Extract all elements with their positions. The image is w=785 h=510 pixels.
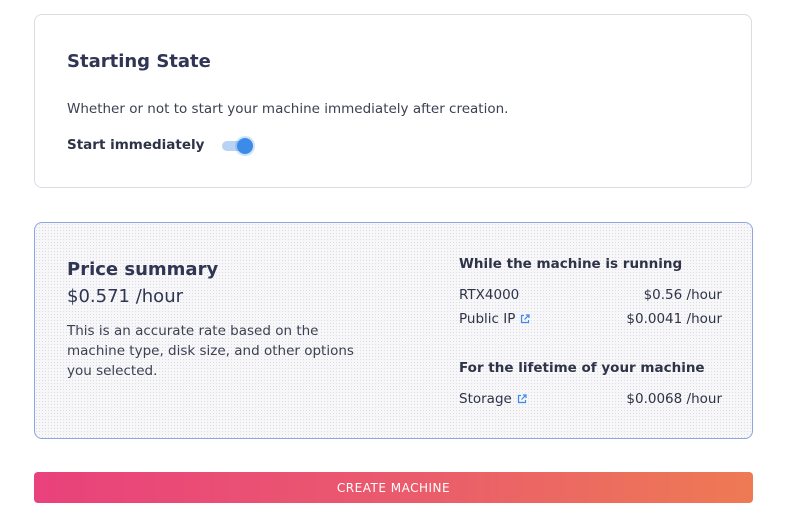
running-section-title: While the machine is running — [459, 256, 683, 272]
price-line-storage: Storage $0.0068 /hour — [459, 391, 722, 407]
price-summary-card: Price summary $0.571 /hour This is an ac… — [34, 222, 753, 439]
price-line-value: $0.0041 /hour — [626, 311, 722, 327]
external-link-icon[interactable] — [517, 394, 527, 404]
start-immediately-toggle[interactable] — [222, 138, 254, 154]
price-line-value: $0.0068 /hour — [626, 391, 722, 407]
price-line-rtx4000: RTX4000 $0.56 /hour — [459, 287, 722, 303]
price-line-name: Public IP — [459, 311, 516, 327]
start-immediately-row: Start immediately — [67, 137, 254, 154]
toggle-knob — [237, 138, 254, 154]
external-link-icon[interactable] — [520, 314, 530, 324]
price-line-name-wrap: Public IP — [459, 311, 530, 327]
starting-state-title: Starting State — [67, 51, 211, 72]
price-line-public-ip: Public IP $0.0041 /hour — [459, 311, 722, 327]
price-line-name-wrap: Storage — [459, 391, 527, 407]
price-line-name: RTX4000 — [459, 287, 520, 303]
price-line-value: $0.56 /hour — [643, 287, 722, 303]
create-machine-button[interactable]: CREATE MACHINE — [34, 472, 753, 503]
start-immediately-label: Start immediately — [67, 137, 205, 153]
price-summary-rate: $0.571 /hour — [67, 286, 183, 307]
lifetime-section-title: For the lifetime of your machine — [459, 360, 705, 376]
starting-state-description: Whether or not to start your machine imm… — [67, 101, 509, 117]
starting-state-card: Starting State Whether or not to start y… — [34, 14, 752, 188]
price-summary-title: Price summary — [67, 259, 219, 280]
price-line-name: Storage — [459, 391, 512, 407]
price-summary-note: This is an accurate rate based on the ma… — [67, 323, 354, 379]
